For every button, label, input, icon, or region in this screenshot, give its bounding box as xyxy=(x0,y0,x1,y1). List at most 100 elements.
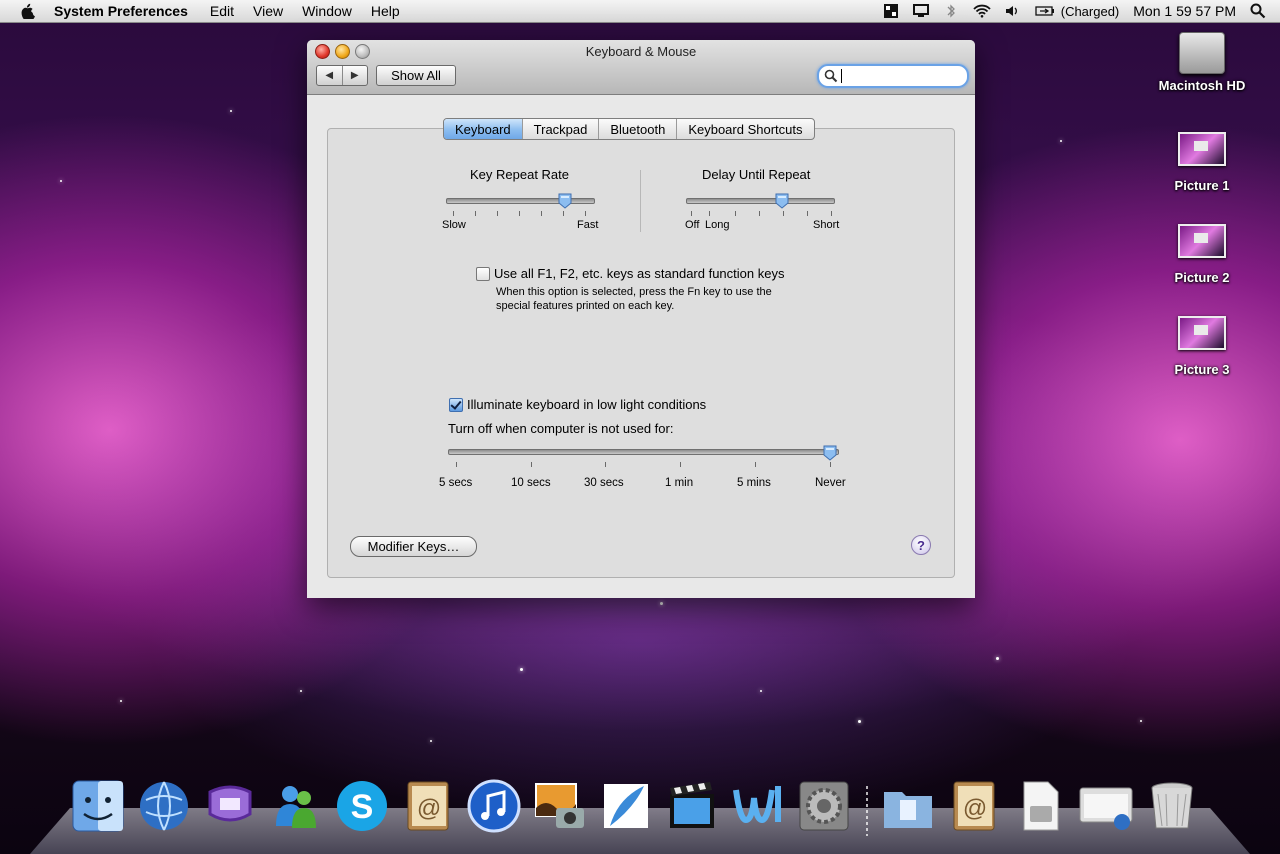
apple-menu-icon[interactable] xyxy=(20,3,36,19)
battery-icon[interactable] xyxy=(1035,4,1055,18)
desktop-icon-picture-3[interactable]: Picture 3 xyxy=(1147,316,1257,377)
itunes-icon[interactable] xyxy=(464,776,524,836)
slider-thumb[interactable] xyxy=(823,445,837,461)
slider-tick xyxy=(783,211,784,216)
search-field[interactable] xyxy=(817,64,969,88)
modifier-keys-button[interactable]: Modifier Keys… xyxy=(350,536,477,557)
word-icon[interactable] xyxy=(728,776,788,836)
window-toolbar[interactable]: Keyboard & Mouse ◀ ▶ Show All xyxy=(307,40,975,95)
slider-tick xyxy=(680,462,681,467)
slider-tick xyxy=(735,211,736,216)
help-button[interactable]: ? xyxy=(911,535,931,555)
desktop-icon-picture-2[interactable]: Picture 2 xyxy=(1147,224,1257,285)
svg-text:@: @ xyxy=(417,795,441,822)
battery-status: (Charged) xyxy=(1060,3,1120,19)
star xyxy=(1140,720,1142,722)
illuminate-label[interactable]: Illuminate keyboard in low light conditi… xyxy=(467,397,706,412)
spaces-icon[interactable] xyxy=(883,4,899,18)
delay-off-label: Off xyxy=(685,219,700,231)
slider-tick xyxy=(831,211,832,216)
star xyxy=(430,740,432,742)
function-keys-checkbox[interactable] xyxy=(476,267,490,281)
slider-thumb[interactable] xyxy=(775,193,789,209)
timeout-tick-label: 5 mins xyxy=(737,477,771,489)
preferences-window: Keyboard & Mouse ◀ ▶ Show All Keyboard T… xyxy=(307,40,975,598)
forward-button[interactable]: ▶ xyxy=(341,66,368,85)
skype-icon[interactable]: S xyxy=(332,776,392,836)
timeout-tick-label: 10 secs xyxy=(511,477,551,489)
address-book-icon[interactable]: @ xyxy=(398,776,458,836)
svg-text:@: @ xyxy=(963,795,987,822)
star xyxy=(858,720,861,723)
slider-track xyxy=(446,198,595,204)
wifi-icon[interactable] xyxy=(973,4,991,18)
menubar: System Preferences Edit View Window Help… xyxy=(0,0,1280,23)
volume-icon[interactable] xyxy=(1005,4,1021,18)
status-area: (Charged) Mon 1 59 57 PM xyxy=(883,0,1280,22)
bluetooth-icon[interactable] xyxy=(943,4,959,18)
menubar-clock[interactable]: Mon 1 59 57 PM xyxy=(1133,3,1236,19)
slider-tick xyxy=(605,462,606,467)
address-book-stack-icon[interactable]: @ xyxy=(944,776,1004,836)
turn-off-label: Turn off when computer is not used for: xyxy=(448,421,674,436)
slider-thumb[interactable] xyxy=(558,193,572,209)
timeout-tick-label: Never xyxy=(815,477,846,489)
msn-icon[interactable] xyxy=(266,776,326,836)
finder-icon[interactable] xyxy=(68,776,128,836)
slider-track xyxy=(448,449,839,455)
desktop-icon-label: Picture 2 xyxy=(1174,270,1230,285)
slider-tick xyxy=(541,211,542,216)
desktop-icon-picture-1[interactable]: Picture 1 xyxy=(1147,132,1257,193)
svg-text:S: S xyxy=(351,788,374,826)
iphoto-icon[interactable] xyxy=(530,776,590,836)
star xyxy=(300,690,302,692)
network-utility-icon[interactable] xyxy=(1076,776,1136,836)
nav-group: ◀ ▶ xyxy=(316,65,368,86)
menu-help[interactable]: Help xyxy=(371,3,400,19)
illuminate-checkbox[interactable] xyxy=(449,398,463,412)
imovie-icon[interactable] xyxy=(662,776,722,836)
star xyxy=(60,180,62,182)
picture-thumbnail-icon xyxy=(1178,316,1226,350)
tab-trackpad[interactable]: Trackpad xyxy=(521,119,599,139)
text-caret xyxy=(841,69,842,83)
star xyxy=(1060,140,1062,142)
menu-edit[interactable]: Edit xyxy=(210,3,234,19)
menu-view[interactable]: View xyxy=(253,3,283,19)
hard-drive-icon xyxy=(1179,32,1225,74)
tab-bluetooth[interactable]: Bluetooth xyxy=(598,119,676,139)
desktop-icon-label: Macintosh HD xyxy=(1158,78,1246,93)
slider-tick xyxy=(531,462,532,467)
spotlight-icon[interactable] xyxy=(1250,3,1266,19)
trash-icon[interactable] xyxy=(1142,776,1202,836)
network-globe-icon[interactable] xyxy=(134,776,194,836)
function-keys-label[interactable]: Use all F1, F2, etc. keys as standard fu… xyxy=(494,266,784,281)
system-preferences-icon[interactable] xyxy=(794,776,854,836)
messenger-icon[interactable] xyxy=(200,776,260,836)
desktop-icon-macintosh-hd[interactable]: Macintosh HD xyxy=(1147,32,1257,93)
timeout-tick-label: 1 min xyxy=(665,477,694,489)
app-menu[interactable]: System Preferences xyxy=(54,3,188,19)
preview-icon[interactable] xyxy=(1010,776,1070,836)
divider xyxy=(640,170,641,232)
back-button[interactable]: ◀ xyxy=(317,66,342,85)
search-icon xyxy=(824,69,838,83)
picture-thumbnail-icon xyxy=(1178,224,1226,258)
slider-tick xyxy=(453,211,454,216)
show-all-button[interactable]: Show All xyxy=(376,65,456,86)
display-icon[interactable] xyxy=(912,4,929,18)
delay-max-label: Short xyxy=(813,219,840,231)
key-repeat-title: Key Repeat Rate xyxy=(470,167,570,182)
slider-tick xyxy=(691,211,692,216)
picture-thumbnail-icon xyxy=(1178,132,1226,166)
star xyxy=(520,668,523,671)
slider-tick xyxy=(807,211,808,216)
photoshop-feather-icon[interactable] xyxy=(596,776,656,836)
slider-tick xyxy=(585,211,586,216)
dock: S @ @ xyxy=(68,772,1208,836)
documents-folder-icon[interactable] xyxy=(878,776,938,836)
tab-keyboard-shortcuts[interactable]: Keyboard Shortcuts xyxy=(676,119,813,139)
slider-tick xyxy=(456,462,457,467)
tab-keyboard[interactable]: Keyboard xyxy=(444,119,522,139)
menu-window[interactable]: Window xyxy=(302,3,352,19)
